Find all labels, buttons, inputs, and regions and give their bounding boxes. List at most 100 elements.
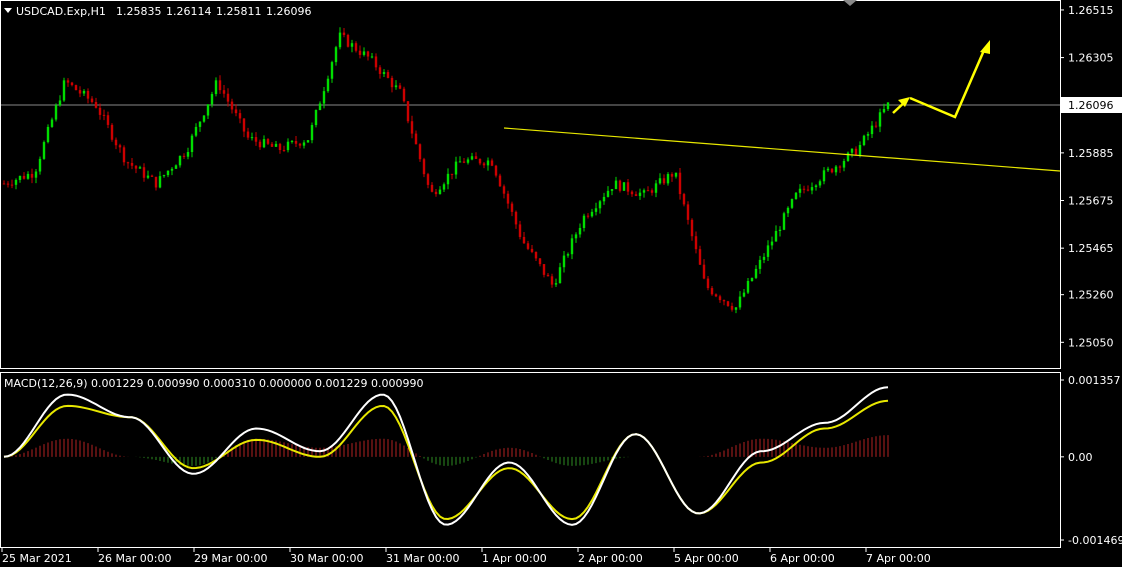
candle-body bbox=[142, 167, 146, 178]
candle-body bbox=[742, 292, 746, 297]
candle-body bbox=[230, 101, 234, 110]
price-tick-label: 1.26305 bbox=[1068, 52, 1114, 65]
candle-body bbox=[398, 85, 402, 89]
candle-body bbox=[710, 288, 714, 295]
candle-body bbox=[550, 276, 554, 285]
candle-body bbox=[446, 173, 450, 185]
candle-body bbox=[322, 91, 326, 104]
candle-body bbox=[178, 155, 182, 166]
candle-body bbox=[622, 182, 626, 191]
candle-body bbox=[418, 144, 422, 160]
candle-body bbox=[186, 152, 190, 157]
candle-body bbox=[530, 248, 534, 252]
candle-body bbox=[94, 102, 98, 108]
candle-body bbox=[470, 156, 474, 160]
candle-body bbox=[850, 148, 854, 153]
candle-body bbox=[674, 172, 678, 177]
candle-body bbox=[782, 213, 786, 230]
candle-body bbox=[658, 178, 662, 184]
candle-body bbox=[346, 34, 350, 47]
candle-body bbox=[314, 110, 318, 126]
candle-body bbox=[598, 201, 602, 209]
current-price-label: 1.26096 bbox=[1068, 99, 1114, 112]
trading-chart[interactable]: USDCAD.Exp,H1 1.25835 1.26114 1.25811 1.… bbox=[0, 0, 1122, 567]
candle-body bbox=[582, 215, 586, 228]
candle-body bbox=[546, 274, 550, 277]
candle-body bbox=[630, 191, 634, 195]
candle-body bbox=[114, 139, 118, 146]
candle-body bbox=[274, 143, 278, 147]
candle-body bbox=[354, 43, 358, 51]
candle-body bbox=[362, 51, 366, 55]
candle-body bbox=[646, 190, 650, 192]
candle-body bbox=[14, 179, 18, 185]
candle-body bbox=[118, 145, 122, 148]
candle-body bbox=[234, 109, 238, 114]
candle-body bbox=[258, 141, 262, 148]
candle-body bbox=[838, 166, 842, 168]
candle-body bbox=[302, 142, 306, 146]
candle-body bbox=[6, 183, 10, 185]
candle-body bbox=[614, 180, 618, 190]
macd-title: MACD(12,26,9) 0.001229 0.000990 0.000310… bbox=[4, 377, 423, 390]
candle-body bbox=[458, 161, 462, 163]
candle-body bbox=[558, 267, 562, 284]
candle-body bbox=[402, 88, 406, 102]
candle-body bbox=[222, 90, 226, 94]
candle-body bbox=[298, 143, 302, 146]
candle-body bbox=[678, 172, 682, 195]
time-axis-label: 31 Mar 00:00 bbox=[386, 552, 459, 565]
candle-body bbox=[158, 176, 162, 188]
candle-body bbox=[586, 215, 590, 217]
candle-body bbox=[714, 294, 718, 297]
candle-body bbox=[430, 184, 434, 192]
candle-body bbox=[410, 121, 414, 134]
candle-body bbox=[10, 184, 14, 186]
candle-body bbox=[610, 189, 614, 191]
candle-body bbox=[694, 236, 698, 250]
candle-body bbox=[554, 283, 558, 285]
candle-body bbox=[26, 173, 30, 179]
candle-body bbox=[842, 160, 846, 168]
candle-body bbox=[306, 140, 310, 143]
candle-body bbox=[434, 191, 438, 195]
candle-body bbox=[442, 184, 446, 190]
candle-body bbox=[882, 109, 886, 113]
candle-body bbox=[390, 77, 394, 88]
candle-body bbox=[126, 162, 130, 164]
candle-body bbox=[766, 245, 770, 257]
candle-body bbox=[754, 268, 758, 278]
candle-body bbox=[450, 173, 454, 175]
candle-body bbox=[702, 264, 706, 279]
candle-body bbox=[270, 143, 274, 147]
candle-body bbox=[18, 175, 22, 180]
candle-body bbox=[46, 126, 50, 143]
candle-body bbox=[374, 56, 378, 68]
price-tick-label: 1.25675 bbox=[1068, 195, 1114, 208]
candle-body bbox=[438, 189, 442, 195]
candle-body bbox=[406, 101, 410, 122]
candle-body bbox=[278, 143, 282, 150]
candle-body bbox=[818, 181, 822, 186]
candle-body bbox=[38, 158, 42, 172]
time-axis-label: 26 Mar 00:00 bbox=[98, 552, 171, 565]
candle-body bbox=[338, 32, 342, 48]
candle-body bbox=[238, 113, 242, 119]
candle-body bbox=[734, 307, 738, 310]
candle-body bbox=[510, 203, 514, 212]
candle-body bbox=[602, 196, 606, 202]
candle-body bbox=[62, 80, 66, 101]
candle-body bbox=[730, 305, 734, 310]
candle-body bbox=[770, 241, 774, 246]
time-axis-label: 5 Apr 00:00 bbox=[674, 552, 739, 565]
candle-body bbox=[190, 135, 194, 153]
symbol-label: USDCAD.Exp,H1 bbox=[16, 5, 106, 18]
macd-tick-label: -0.001469 bbox=[1068, 534, 1122, 547]
candle-body bbox=[662, 178, 666, 184]
candle-body bbox=[78, 90, 82, 94]
candle-body bbox=[250, 137, 254, 139]
candle-body bbox=[350, 43, 354, 47]
candle-body bbox=[318, 103, 322, 111]
candle-body bbox=[414, 133, 418, 145]
candle-body bbox=[86, 90, 90, 99]
